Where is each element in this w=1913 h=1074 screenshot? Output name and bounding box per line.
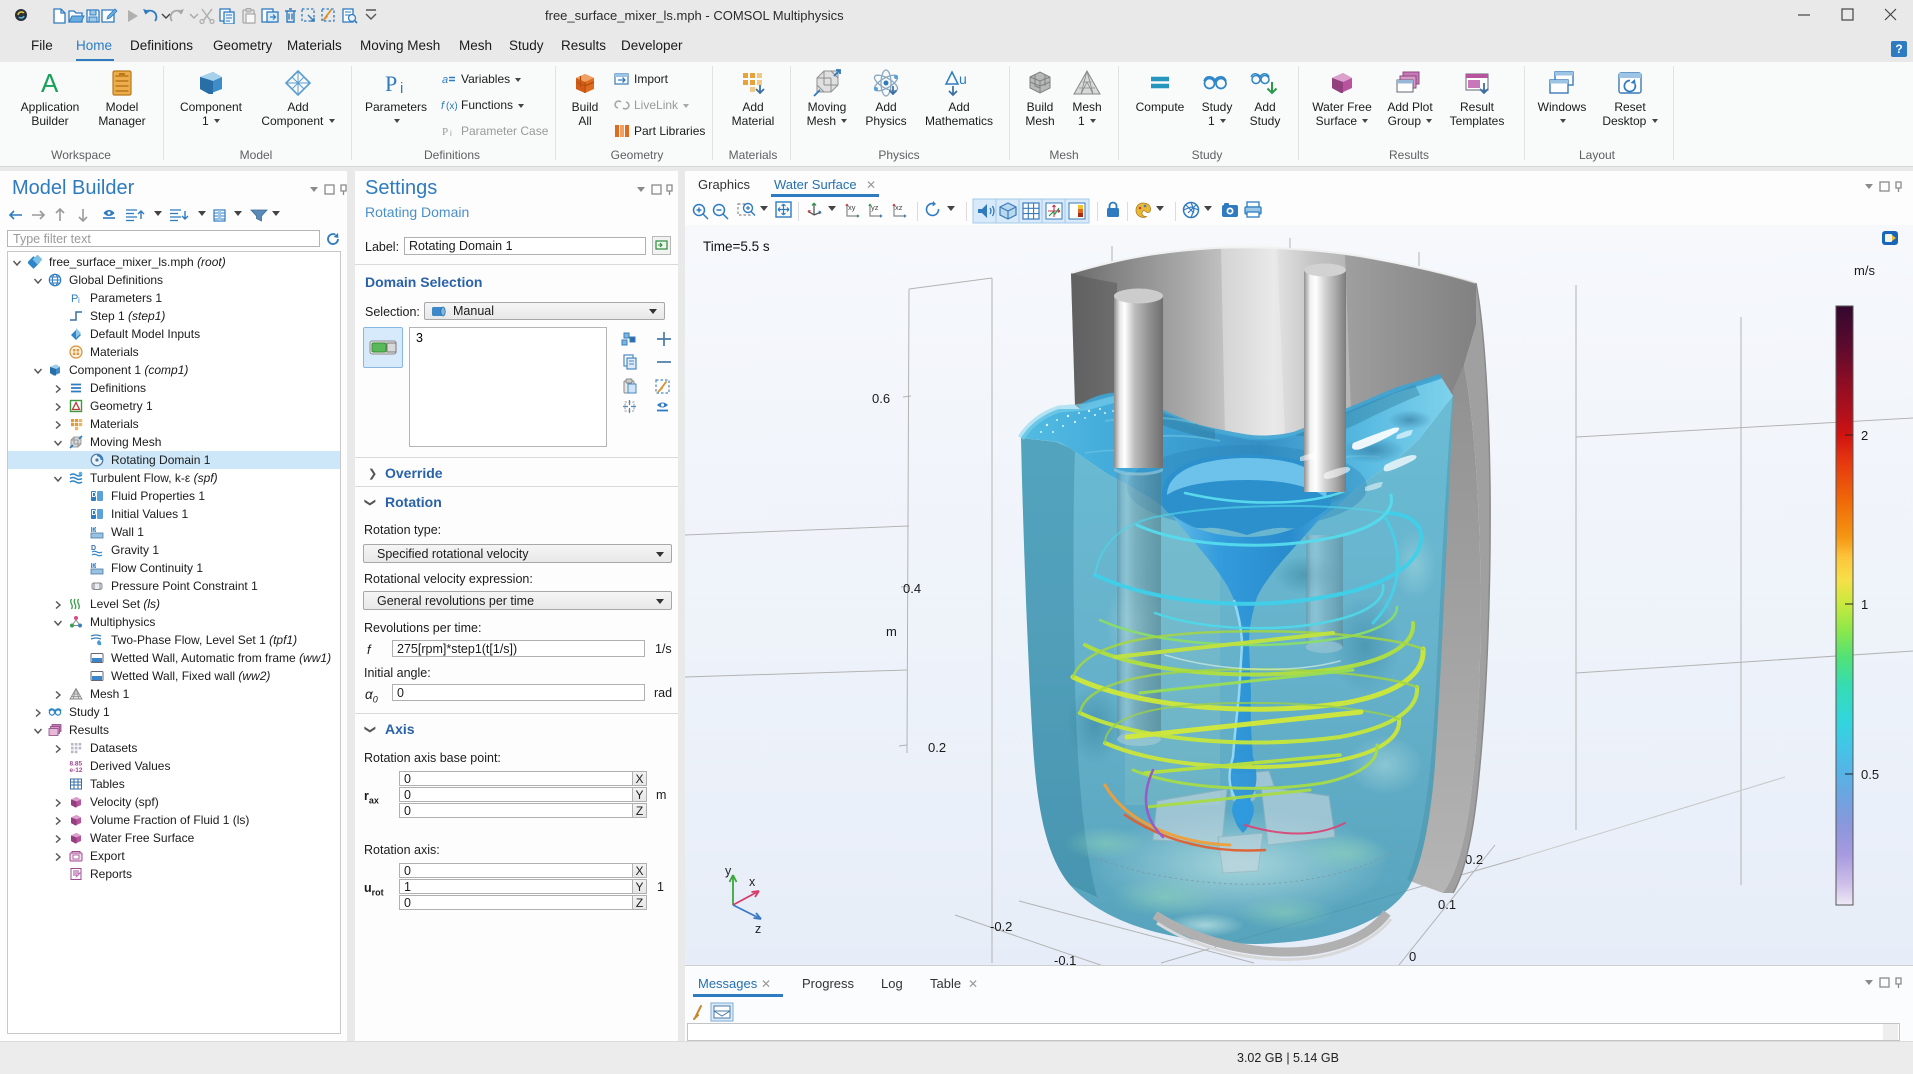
svg-text:(x): (x) [446, 101, 457, 112]
svg-text:x: x [749, 875, 756, 889]
svg-text:P: P [385, 71, 397, 96]
svg-text:a: a [442, 74, 448, 86]
svg-text:m: m [886, 624, 897, 639]
svg-text:1: 1 [1861, 597, 1868, 612]
svg-text:z: z [755, 922, 761, 936]
svg-text:D: D [92, 492, 97, 499]
svg-text:m/s: m/s [1854, 263, 1875, 278]
svg-text:i: i [78, 296, 80, 305]
svg-text:A: A [41, 68, 59, 98]
svg-text:y: y [725, 864, 732, 878]
svg-text:0.6: 0.6 [872, 391, 890, 406]
svg-text:0: 0 [1409, 949, 1416, 964]
svg-text:f: f [441, 100, 445, 112]
svg-text:0.5: 0.5 [1861, 767, 1879, 782]
svg-text:i: i [450, 129, 452, 138]
svg-text:D: D [92, 528, 97, 534]
svg-text:e-12: e-12 [70, 767, 83, 773]
svg-text:-0.1: -0.1 [1054, 953, 1076, 965]
svg-text:P: P [442, 126, 448, 138]
svg-text:0.1: 0.1 [1438, 897, 1456, 912]
svg-text:0.2: 0.2 [928, 740, 946, 755]
svg-text:xy: xy [848, 203, 856, 212]
svg-text:Time=5.5 s: Time=5.5 s [703, 239, 770, 254]
svg-text:u: u [959, 71, 967, 87]
svg-text:2: 2 [1861, 428, 1868, 443]
svg-text:xz: xz [895, 203, 903, 212]
svg-text:yz: yz [871, 203, 879, 212]
svg-text:D: D [92, 510, 97, 517]
svg-text:D: D [92, 564, 97, 570]
svg-text:-0.2: -0.2 [990, 919, 1012, 934]
svg-text:0.4: 0.4 [903, 581, 921, 596]
svg-text:i: i [400, 80, 403, 97]
